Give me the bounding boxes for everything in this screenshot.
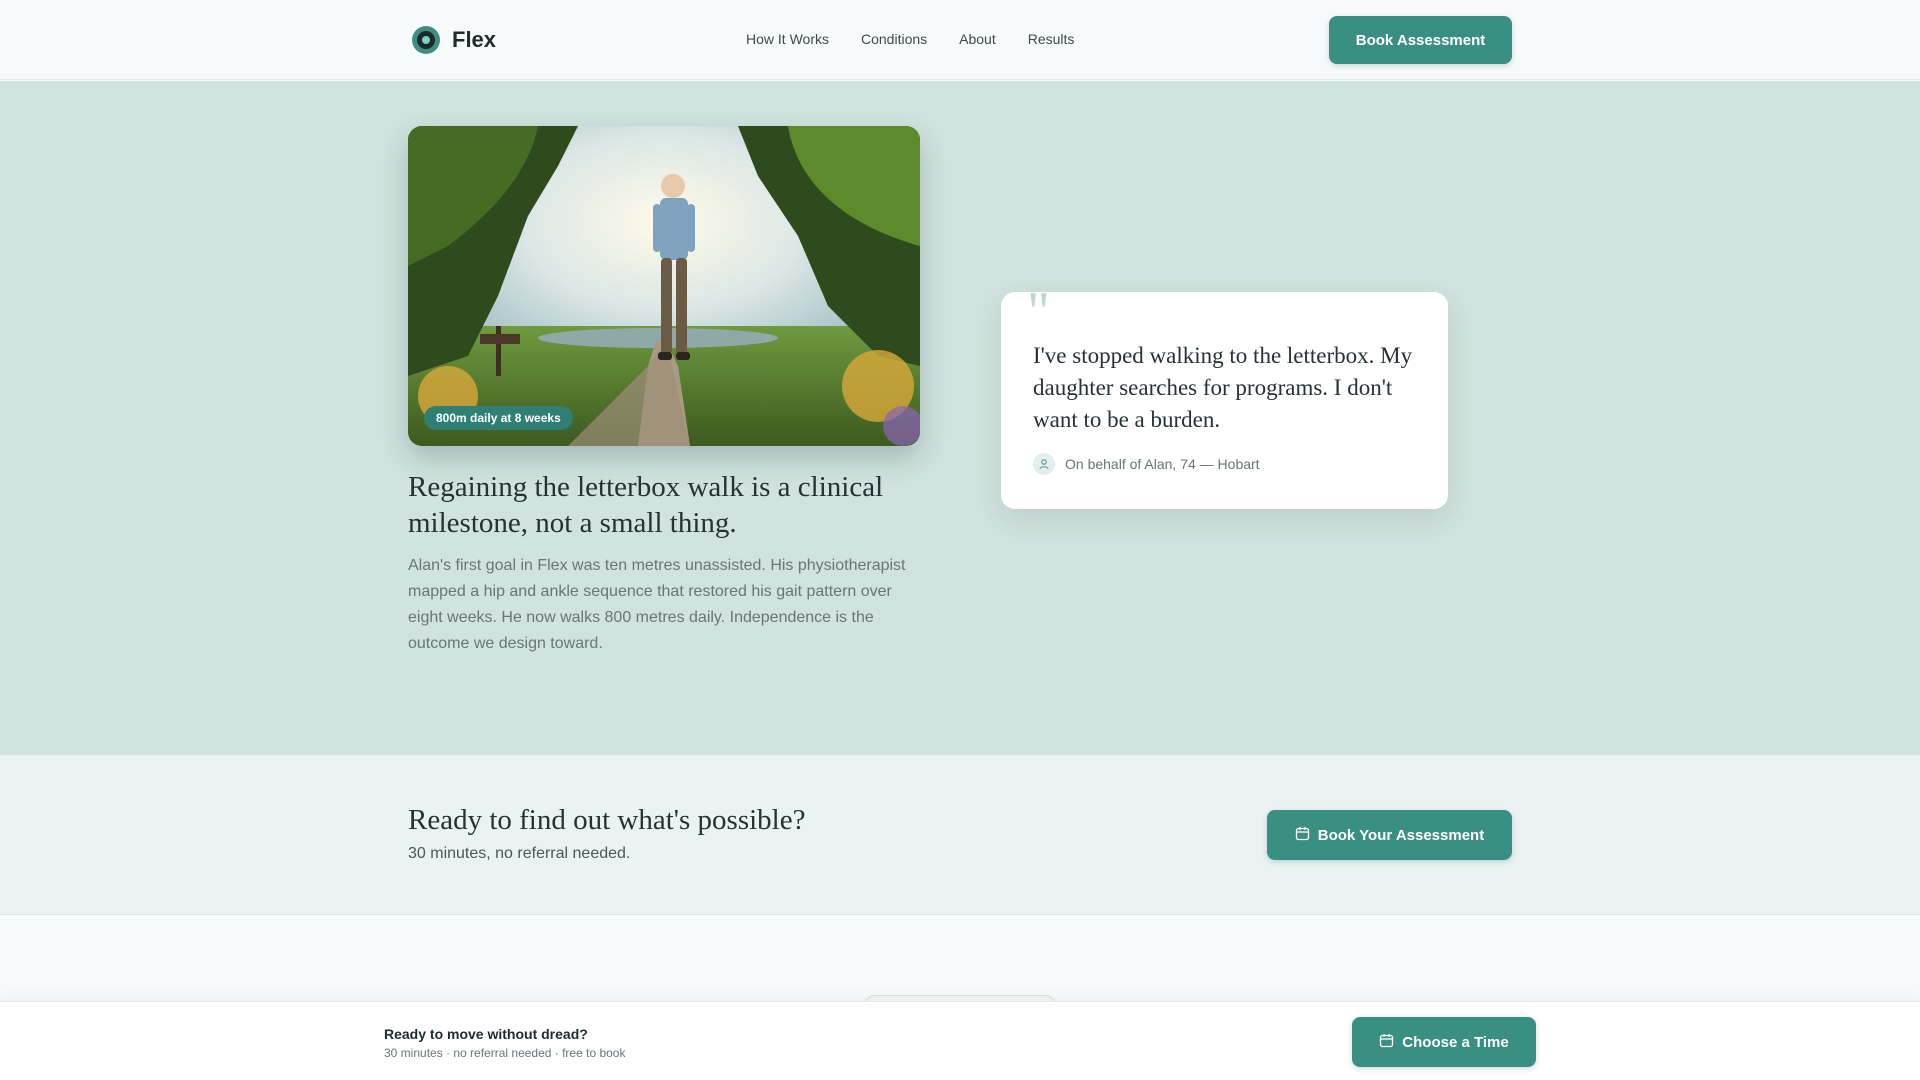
nav-how-it-works[interactable]: How It Works	[746, 31, 829, 47]
book-your-assessment-label: Book Your Assessment	[1317, 826, 1485, 844]
testimonial-author: On behalf of Alan, 74 — Hobart	[1033, 453, 1260, 475]
testimonial-card: " I've stopped walking to the letterbox.…	[1001, 284, 1448, 509]
story-section: 800m daily at 8 weeks Regaining the lett…	[0, 81, 1920, 755]
cta-title: Ready to find out what's possible?	[408, 804, 806, 836]
sticky-title: Ready to move without dread?	[384, 1026, 588, 1042]
book-your-assessment-button[interactable]: Book Your Assessment	[1267, 810, 1512, 860]
sticky-subtitle: 30 minutes · no referral needed · free t…	[384, 1046, 626, 1060]
brand-name: Flex	[452, 27, 497, 52]
nav-about[interactable]: About	[959, 31, 996, 47]
hero-photo: 800m daily at 8 weeks	[408, 126, 920, 446]
story-body: Alan's first goal in Flex was ten metres…	[408, 557, 906, 652]
calendar-icon	[1379, 1033, 1394, 1052]
flex-logo-icon	[412, 26, 440, 54]
nav-results[interactable]: Results	[1028, 31, 1075, 47]
brand-logo[interactable]: Flex	[412, 26, 496, 54]
testimonial-quote: I've stopped walking to the letterbox. M…	[1033, 343, 1413, 432]
site-header: Flex How It Works Conditions About Resul…	[0, 0, 1920, 80]
choose-a-time-label: Choose a Time	[1402, 1033, 1509, 1051]
main-nav: How It Works Conditions About Results	[746, 31, 1074, 47]
story-title: Regaining the letterbox walk is a clinic…	[408, 471, 884, 539]
sticky-booking-bar: Ready to move without dread? 30 minutes …	[0, 1001, 1920, 1080]
man-walking-path-image	[408, 126, 920, 446]
calendar-icon	[1295, 826, 1310, 845]
nav-conditions[interactable]: Conditions	[861, 31, 927, 47]
choose-a-time-button[interactable]: Choose a Time	[1352, 1017, 1536, 1067]
testimonial-author-label: On behalf of Alan, 74 — Hobart	[1065, 456, 1260, 472]
user-icon	[1033, 453, 1055, 475]
photo-badge: 800m daily at 8 weeks	[424, 406, 573, 430]
book-assessment-button[interactable]: Book Assessment	[1329, 16, 1512, 64]
cta-subtitle: 30 minutes, no referral needed.	[408, 845, 631, 862]
quote-mark-icon: "	[1027, 281, 1050, 343]
cta-band: Ready to find out what's possible? 30 mi…	[0, 755, 1920, 915]
